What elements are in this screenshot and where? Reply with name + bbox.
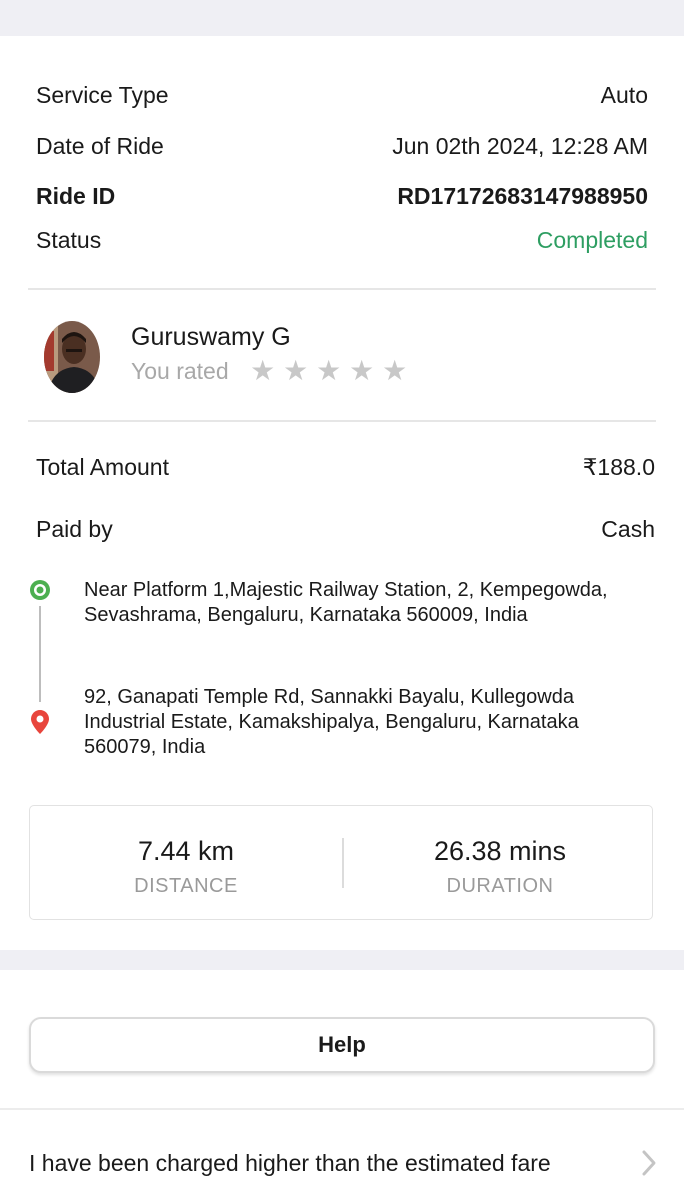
date-of-ride-label: Date of Ride xyxy=(36,133,164,159)
duration-label: DURATION xyxy=(446,875,554,897)
star-icon[interactable]: ★ xyxy=(315,356,343,386)
star-icon[interactable]: ★ xyxy=(348,356,376,386)
help-button[interactable]: Help xyxy=(29,1017,655,1073)
paid-by-value: Cash xyxy=(601,516,655,542)
ride-id-value: RD17172683147988950 xyxy=(397,183,648,209)
rated-label: You rated xyxy=(131,358,229,384)
divider xyxy=(0,1108,684,1110)
divider xyxy=(28,420,656,422)
star-icon[interactable]: ★ xyxy=(249,356,277,386)
driver-name: Guruswamy G xyxy=(131,323,291,351)
driver-avatar xyxy=(44,321,100,393)
ride-id-row: Ride ID RD17172683147988950 xyxy=(36,181,648,211)
status-row: Status Completed xyxy=(36,225,648,255)
pickup-dot-icon xyxy=(30,580,50,600)
section-separator-band xyxy=(0,950,684,970)
date-of-ride-value: Jun 02th 2024, 12:28 AM xyxy=(392,133,648,159)
service-type-row: Service Type Auto xyxy=(36,80,648,110)
paid-by-row: Paid by Cash xyxy=(36,514,655,544)
drop-address: 92, Ganapati Temple Rd, Sannakki Bayalu,… xyxy=(84,686,579,758)
driver-photo-icon xyxy=(44,321,100,393)
issue-item-higher-fare[interactable]: I have been charged higher than the esti… xyxy=(29,1147,659,1179)
date-of-ride-row: Date of Ride Jun 02th 2024, 12:28 AM xyxy=(36,131,648,161)
total-amount-row: Total Amount ₹188.0 xyxy=(36,452,655,482)
rating-stars[interactable]: ★ ★ ★ ★ ★ xyxy=(249,356,409,386)
location-pin-icon xyxy=(31,710,49,734)
paid-by-label: Paid by xyxy=(36,516,113,542)
divider xyxy=(28,288,656,290)
distance-value: 7.44 km xyxy=(137,836,235,866)
top-header-band xyxy=(0,0,684,36)
issue-item-label: I have been charged higher than the esti… xyxy=(29,1150,551,1176)
star-icon[interactable]: ★ xyxy=(381,356,409,386)
service-type-label: Service Type xyxy=(36,82,169,108)
star-icon[interactable]: ★ xyxy=(282,356,310,386)
total-amount-value: ₹188.0 xyxy=(582,454,655,480)
pickup-address: Near Platform 1,Majestic Railway Station… xyxy=(84,579,608,626)
ride-id-label: Ride ID xyxy=(36,183,116,209)
distance-label: DISTANCE xyxy=(134,875,238,897)
total-amount-label: Total Amount xyxy=(36,454,169,480)
service-type-value: Auto xyxy=(600,82,648,108)
rating-row: You rated ★ ★ ★ ★ ★ xyxy=(131,356,409,386)
status-label: Status xyxy=(36,227,102,253)
status-value: Completed xyxy=(536,227,648,253)
chevron-right-icon xyxy=(642,1150,656,1176)
trip-stats-card: 7.44 km DISTANCE 26.38 mins DURATION xyxy=(29,805,653,920)
duration-value: 26.38 mins xyxy=(433,836,567,866)
route-connector-line xyxy=(39,606,41,702)
